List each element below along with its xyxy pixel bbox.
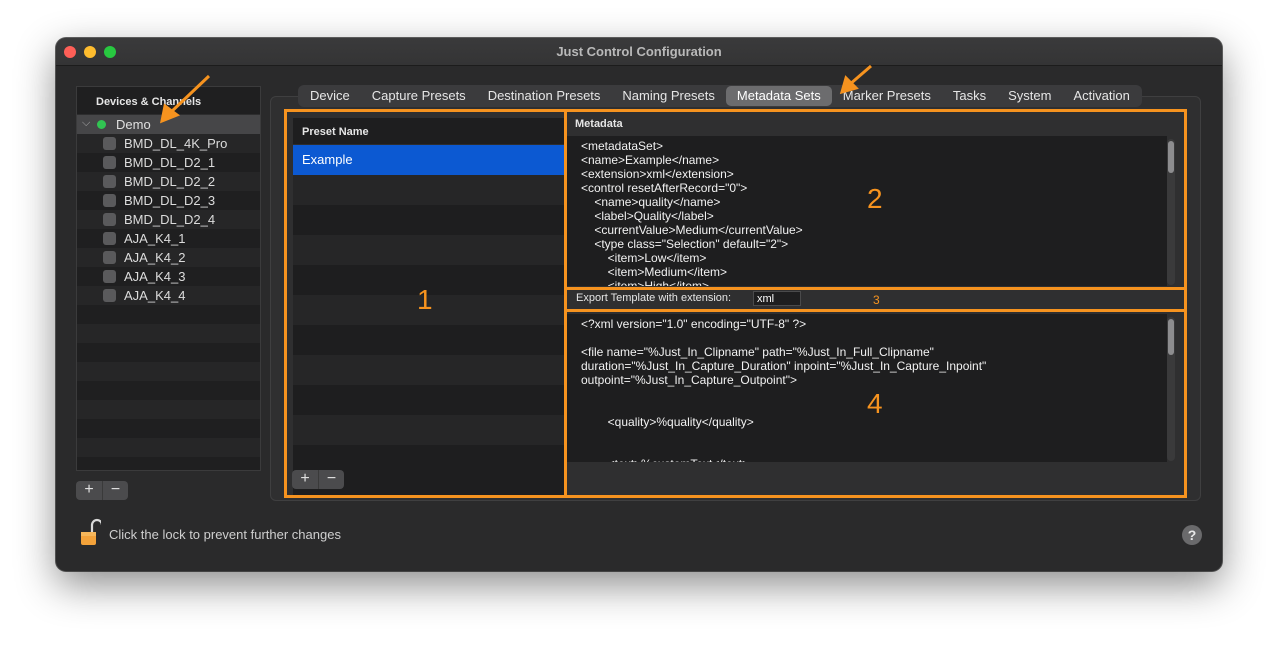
tab-destination-presets[interactable]: Destination Presets <box>477 86 612 106</box>
device-checkbox[interactable] <box>103 289 116 302</box>
device-label: AJA_K4_4 <box>124 288 186 303</box>
device-checkbox[interactable] <box>103 156 116 169</box>
device-label: AJA_K4_2 <box>124 250 186 265</box>
empty-row <box>77 438 260 457</box>
tab-naming-presets[interactable]: Naming Presets <box>611 86 725 106</box>
device-label: BMD_DL_D2_1 <box>124 155 216 170</box>
devices-channels-list: Devices & Channels ⌵ Demo BMD_DL_4K_Pro B… <box>76 86 261 471</box>
device-label: BMD_DL_D2_4 <box>124 212 216 227</box>
tab-device[interactable]: Device <box>299 86 361 106</box>
device-group-demo[interactable]: ⌵ Demo <box>77 115 260 134</box>
device-row[interactable]: AJA_K4_1 <box>77 229 260 248</box>
device-row[interactable]: AJA_K4_2 <box>77 248 260 267</box>
empty-row <box>77 362 260 381</box>
device-group-label: Demo <box>116 117 151 132</box>
help-button[interactable]: ? <box>1182 525 1202 545</box>
annotation-number-1: 1 <box>417 284 433 315</box>
device-rows: BMD_DL_4K_Pro BMD_DL_D2_1 BMD_DL_D2_2 BMD_D… <box>77 134 260 457</box>
device-checkbox[interactable] <box>103 232 116 245</box>
tab-tasks[interactable]: Tasks <box>942 86 997 106</box>
sidebar-add-remove: + − <box>76 481 128 500</box>
lock-hint-text: Click the lock to prevent further change… <box>109 527 341 542</box>
device-checkbox[interactable] <box>103 213 116 226</box>
device-label: BMD_DL_4K_Pro <box>124 136 228 151</box>
lock-icon[interactable] <box>79 518 101 548</box>
add-device-button[interactable]: + <box>76 481 102 500</box>
device-checkbox[interactable] <box>103 270 116 283</box>
status-dot-icon <box>97 120 106 129</box>
device-checkbox[interactable] <box>103 194 116 207</box>
tab-marker-presets[interactable]: Marker Presets <box>832 86 942 106</box>
chevron-down-icon[interactable]: ⌵ <box>82 117 90 130</box>
tab-bar: Device Capture Presets Destination Presets… <box>298 85 1142 107</box>
tab-capture-presets[interactable]: Capture Presets <box>361 86 477 106</box>
device-label: BMD_DL_D2_3 <box>124 193 216 208</box>
title-bar: Just Control Configuration <box>56 38 1222 66</box>
empty-row <box>77 343 260 362</box>
tab-activation[interactable]: Activation <box>1062 86 1140 106</box>
device-checkbox[interactable] <box>103 251 116 264</box>
annotation-number-4: 4 <box>867 388 883 419</box>
device-label: AJA_K4_1 <box>124 231 186 246</box>
device-row[interactable]: BMD_DL_D2_2 <box>77 172 260 191</box>
main-window: Just Control Configuration Devices & Cha… <box>56 38 1222 571</box>
tab-system[interactable]: System <box>997 86 1062 106</box>
device-checkbox[interactable] <box>103 137 116 150</box>
window-title: Just Control Configuration <box>556 44 722 59</box>
device-label: AJA_K4_3 <box>124 269 186 284</box>
devices-channels-header: Devices & Channels <box>77 87 260 115</box>
device-row[interactable]: BMD_DL_4K_Pro <box>77 134 260 153</box>
empty-row <box>77 324 260 343</box>
empty-row <box>77 305 260 324</box>
tab-metadata-sets[interactable]: Metadata Sets <box>725 86 832 106</box>
device-row[interactable]: BMD_DL_D2_1 <box>77 153 260 172</box>
device-row[interactable]: AJA_K4_4 <box>77 286 260 305</box>
empty-row <box>77 400 260 419</box>
remove-device-button[interactable]: − <box>102 481 128 500</box>
device-row[interactable]: BMD_DL_D2_3 <box>77 191 260 210</box>
device-label: BMD_DL_D2_2 <box>124 174 216 189</box>
empty-row <box>77 381 260 400</box>
device-row[interactable]: AJA_K4_3 <box>77 267 260 286</box>
annotation-number-2: 2 <box>867 183 883 214</box>
device-row[interactable]: BMD_DL_D2_4 <box>77 210 260 229</box>
device-checkbox[interactable] <box>103 175 116 188</box>
annotation-number-3: 3 <box>873 293 880 307</box>
empty-row <box>77 419 260 438</box>
